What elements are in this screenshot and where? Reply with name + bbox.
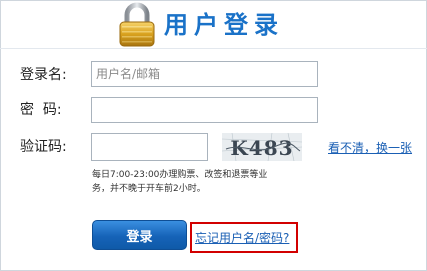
padlock-icon <box>119 2 155 47</box>
captcha-label: 验证码: <box>20 139 67 155</box>
captcha-input[interactable] <box>91 133 208 161</box>
header-divider <box>0 48 427 49</box>
forgot-password-link[interactable]: 忘记用户名/密码? <box>195 229 289 246</box>
page-title: 用户登录 <box>164 11 284 39</box>
captcha-image: K483 <box>222 133 302 161</box>
refresh-captcha-link[interactable]: 看不清，换一张 <box>328 139 412 156</box>
username-label: 登录名: <box>20 67 67 83</box>
username-input[interactable] <box>91 61 318 87</box>
password-label: 密 码: <box>20 102 62 118</box>
login-button[interactable]: 登录 <box>92 220 187 250</box>
service-hours-hint: 每日7:00-23:00办理购票、改签和退票等业务，并不晚于开车前2小时。 <box>92 170 268 194</box>
password-input[interactable] <box>91 97 318 123</box>
